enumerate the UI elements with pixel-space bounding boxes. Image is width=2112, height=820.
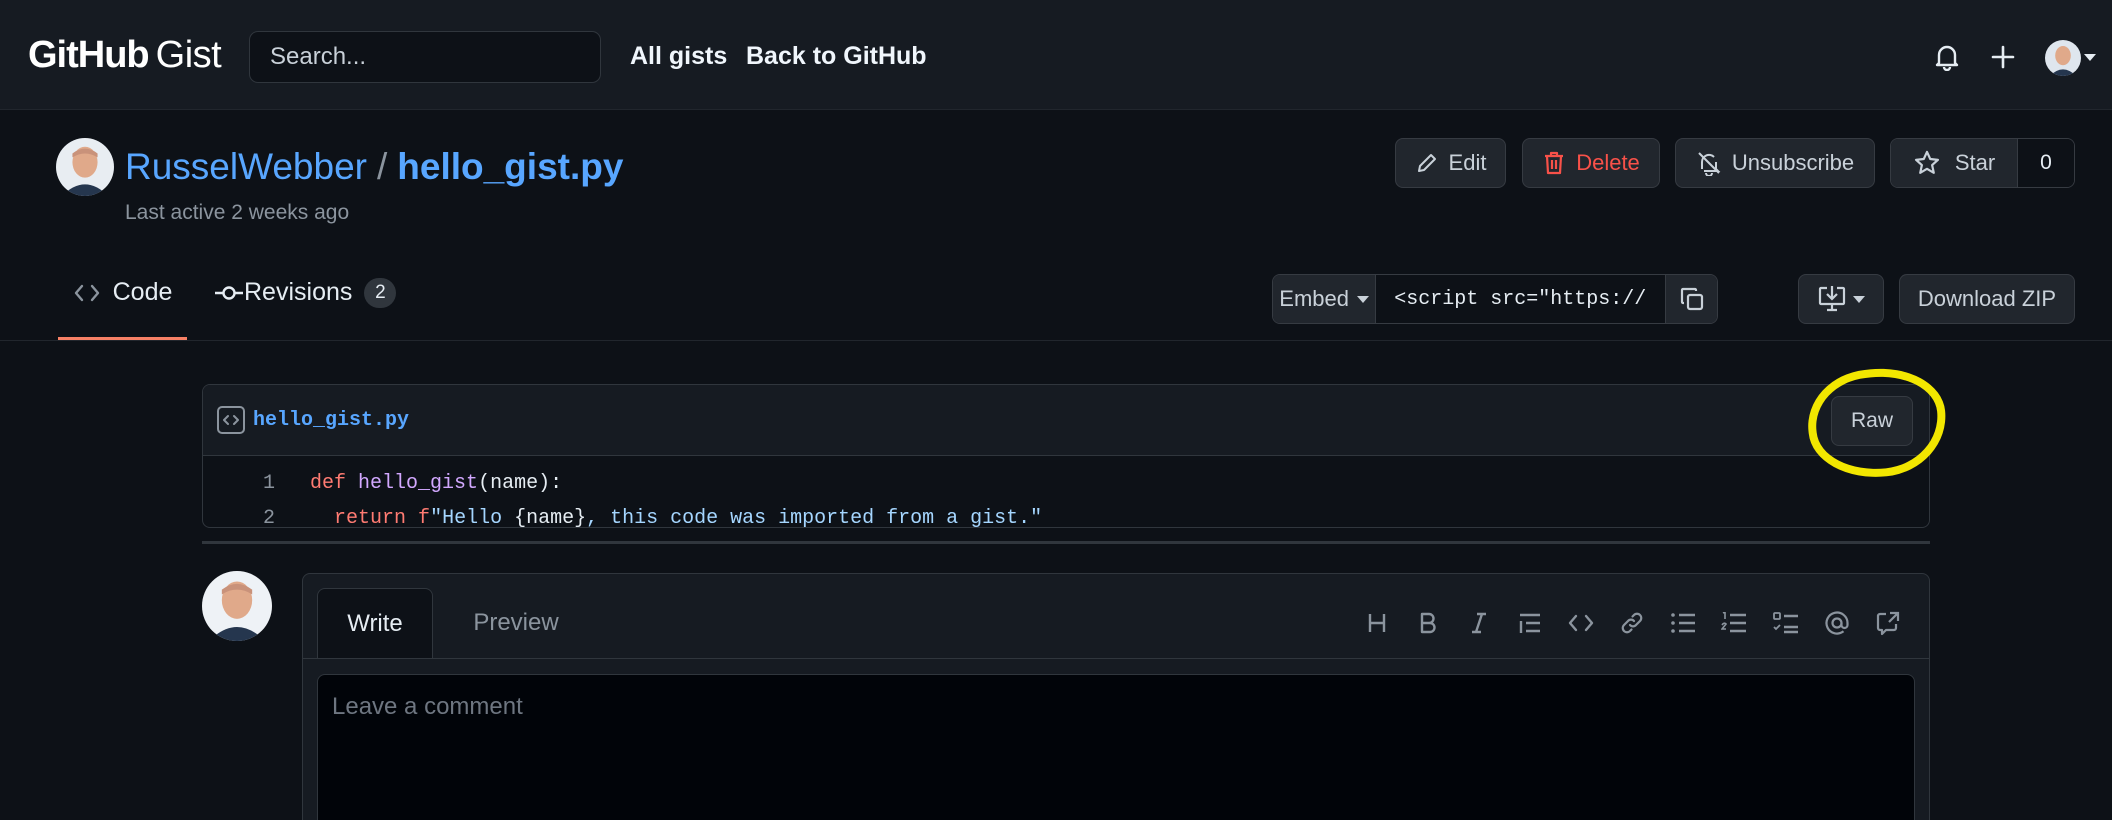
comment-box: Write Preview	[302, 573, 1930, 820]
mention-icon[interactable]	[1820, 606, 1854, 640]
file-code-icon	[217, 406, 245, 434]
pencil-icon	[1415, 151, 1439, 175]
download-zip-label: Download ZIP	[1917, 286, 2057, 311]
unsubscribe-label: Unsubscribe	[1731, 150, 1855, 175]
nav-all-gists[interactable]: All gists	[630, 42, 727, 71]
bold-icon[interactable]	[1411, 606, 1445, 640]
site-header: GitHub Gist All gists Back to GitHub	[0, 0, 2112, 110]
heading-icon[interactable]	[1360, 606, 1394, 640]
file-name-link[interactable]: hello_gist.py	[253, 409, 409, 432]
logo-gist-text: Gist	[155, 34, 222, 76]
embed-dropdown-button[interactable]: Embed	[1273, 275, 1377, 323]
tab-revisions[interactable]: Revisions 2	[214, 278, 397, 340]
star-button-group: Star 0	[1890, 138, 2075, 188]
raw-button[interactable]: Raw	[1831, 396, 1913, 446]
caret-down-icon	[1853, 295, 1865, 303]
star-icon	[1913, 149, 1941, 177]
italic-icon[interactable]	[1462, 606, 1496, 640]
download-zip-button[interactable]: Download ZIP	[1899, 274, 2075, 324]
clone-desktop-button[interactable]	[1798, 274, 1884, 324]
nav-back-to-github[interactable]: Back to GitHub	[746, 42, 927, 71]
gist-owner-link[interactable]: RusselWebber	[125, 146, 367, 188]
code-brackets-icon	[73, 282, 101, 304]
last-active-text: Last active 2 weeks ago	[125, 201, 350, 224]
unordered-list-icon[interactable]	[1666, 606, 1700, 640]
git-commit-icon	[214, 282, 244, 304]
timeline-divider	[202, 541, 1930, 544]
owner-avatar[interactable]	[56, 138, 114, 196]
unsubscribe-button[interactable]: Unsubscribe	[1675, 138, 1875, 188]
delete-button[interactable]: Delete	[1522, 138, 1660, 188]
comment-toolbar-divider	[303, 658, 1929, 659]
notifications-bell-icon[interactable]	[1930, 40, 1964, 74]
code-line: 1 def hello_gist(name):	[203, 466, 1929, 501]
line-number[interactable]: 2	[203, 507, 275, 527]
star-label: Star	[1954, 150, 1996, 175]
file-header: hello_gist.py Raw	[203, 385, 1929, 456]
tabs-divider	[0, 340, 2112, 341]
code-icon[interactable]	[1564, 606, 1598, 640]
edit-button[interactable]: Edit	[1395, 138, 1506, 188]
user-avatar-menu[interactable]	[2045, 40, 2081, 76]
file-box: hello_gist.py Raw 1 def hello_gist(name)…	[202, 384, 1930, 528]
code-line: 2 return f"Hello {name}, this code was i…	[203, 501, 1929, 528]
embed-label: Embed	[1279, 286, 1349, 311]
delete-label: Delete	[1576, 150, 1640, 175]
ordered-list-icon[interactable]	[1717, 606, 1751, 640]
link-icon[interactable]	[1615, 606, 1649, 640]
trash-icon	[1542, 150, 1566, 176]
gist-title: RusselWebber / hello_gist.py	[125, 146, 623, 188]
edit-label: Edit	[1448, 150, 1487, 175]
embed-group: Embed	[1272, 274, 1718, 324]
tab-preview[interactable]: Preview	[451, 588, 581, 658]
line-number[interactable]: 1	[203, 472, 275, 495]
quote-icon[interactable]	[1513, 606, 1547, 640]
github-gist-logo[interactable]: GitHub Gist	[28, 34, 222, 80]
bell-slash-icon	[1696, 150, 1722, 176]
tab-code-label: Code	[112, 278, 173, 306]
logo-github-text: GitHub	[28, 34, 150, 76]
tab-code[interactable]: Code	[58, 278, 187, 340]
tab-write[interactable]: Write	[317, 588, 433, 659]
task-list-icon[interactable]	[1769, 606, 1803, 640]
tab-revisions-label: Revisions	[244, 278, 353, 306]
revisions-count-badge: 2	[364, 278, 397, 308]
gist-filename-link[interactable]: hello_gist.py	[397, 146, 623, 188]
title-separator: /	[376, 146, 388, 187]
search-input[interactable]	[249, 31, 601, 83]
plus-icon[interactable]	[1986, 40, 2020, 74]
star-count: 0	[2018, 139, 2074, 187]
cross-reference-icon[interactable]	[1871, 606, 1905, 640]
user-menu-caret-icon[interactable]	[2084, 54, 2096, 61]
caret-down-icon	[1356, 295, 1369, 303]
star-button[interactable]: Star	[1891, 139, 2018, 187]
copy-icon	[1679, 286, 1705, 312]
commenter-avatar	[202, 571, 272, 641]
embed-url-field[interactable]	[1376, 275, 1667, 323]
code-content: return f"Hello {name}, this code was imp…	[334, 507, 1043, 528]
copy-button[interactable]	[1666, 275, 1717, 323]
code-content: def hello_gist(name):	[310, 472, 563, 495]
comment-textarea[interactable]	[317, 674, 1915, 820]
desktop-download-icon	[1817, 285, 1847, 313]
